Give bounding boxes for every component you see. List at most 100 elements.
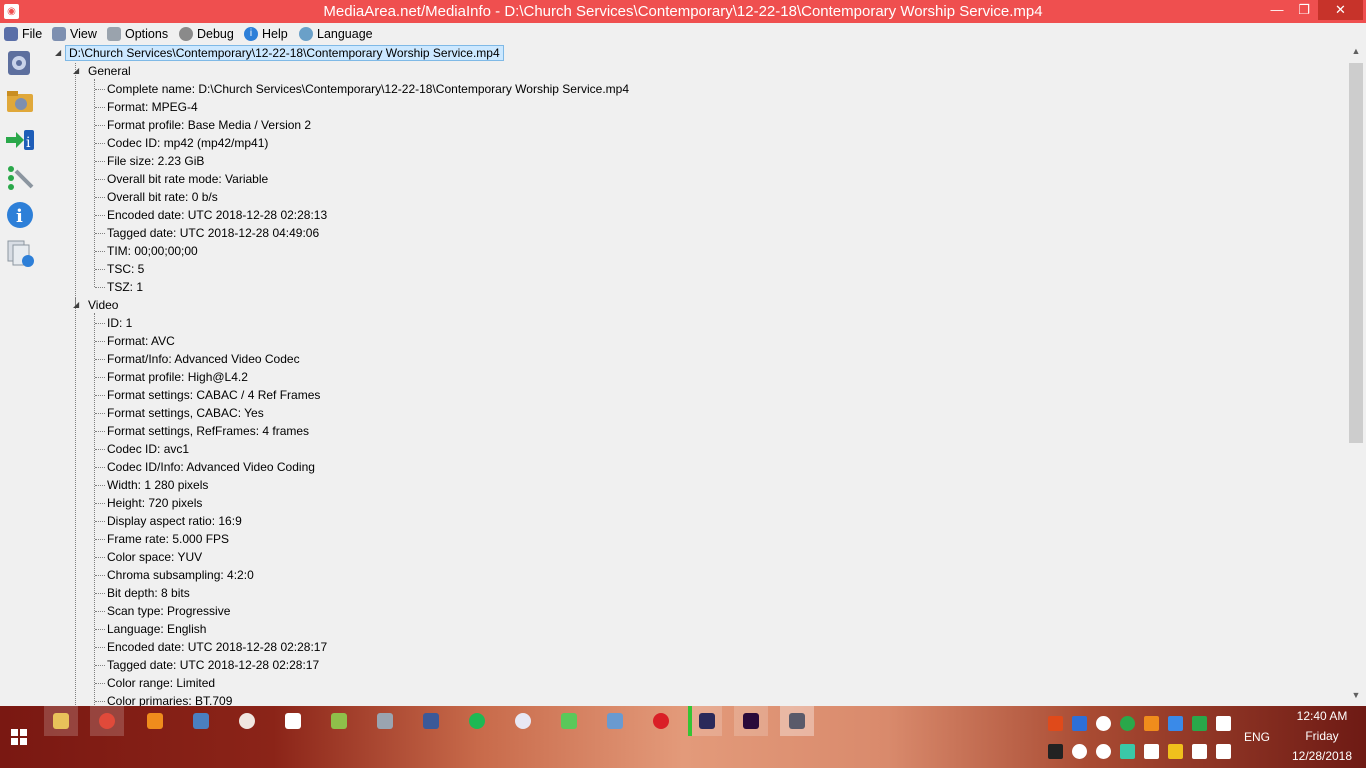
restore-button[interactable]: ❐ (1290, 0, 1318, 20)
tree-leaf[interactable]: Height: 720 pixels (107, 494, 202, 512)
tree-leaf[interactable]: Language: English (107, 620, 206, 638)
tree-leaf[interactable]: Format profile: High@L4.2 (107, 368, 248, 386)
scroll-thumb[interactable] (1349, 63, 1363, 443)
mediainfo-task[interactable] (780, 706, 814, 736)
tree-leaf[interactable]: Tagged date: UTC 2018-12-28 02:28:17 (107, 656, 319, 674)
tray-app-icon[interactable] (1048, 744, 1063, 759)
tray-app-icon[interactable] (1096, 744, 1111, 759)
tree-leaf[interactable]: Chroma subsampling: 4:2:0 (107, 566, 254, 584)
scroll-up-icon[interactable]: ▲ (1346, 43, 1366, 60)
app-task-8[interactable] (368, 706, 402, 736)
messages-task[interactable] (552, 706, 586, 736)
tree-guide (95, 287, 105, 288)
creative-cloud-task[interactable] (644, 706, 678, 736)
file-explorer-task[interactable] (44, 706, 78, 736)
tree-leaf[interactable]: Color range: Limited (107, 674, 215, 692)
tree-leaf[interactable]: Color primaries: BT.709 (107, 692, 232, 706)
facebook-task[interactable] (414, 706, 448, 736)
spotify-task[interactable] (460, 706, 494, 736)
app-task-7[interactable] (322, 706, 356, 736)
chrome-task[interactable] (90, 706, 124, 736)
app-task-6[interactable] (276, 706, 310, 736)
tray-app-icon[interactable] (1144, 716, 1159, 731)
tree-leaf[interactable]: Format profile: Base Media / Version 2 (107, 116, 311, 134)
tree-leaf[interactable]: ID: 1 (107, 314, 132, 332)
premiere-task[interactable] (734, 706, 768, 736)
tree-leaf[interactable]: Format: AVC (107, 332, 175, 350)
tree-leaf[interactable]: Overall bit rate mode: Variable (107, 170, 268, 188)
info-tree[interactable]: ◢ D:\Church Services\Contemporary\12-22-… (43, 43, 1346, 706)
tree-leaf[interactable]: Codec ID: avc1 (107, 440, 189, 458)
menu-debug[interactable]: Debug (179, 25, 234, 42)
menu-file[interactable]: File (4, 25, 42, 42)
video-expand-icon[interactable]: ◢ (73, 296, 79, 314)
tree-leaf[interactable]: TSC: 5 (107, 260, 144, 278)
app-task-5[interactable] (230, 706, 264, 736)
tree-leaf[interactable]: Format settings, CABAC: Yes (107, 404, 264, 422)
app-task-13[interactable] (598, 706, 632, 736)
tree-guide (95, 521, 105, 522)
menu-options[interactable]: Options (107, 25, 168, 42)
tray-cloud-icon[interactable] (1096, 716, 1111, 731)
itunes-task[interactable] (506, 706, 540, 736)
tray-security-icon[interactable] (1192, 716, 1207, 731)
tree-leaf[interactable]: Bit depth: 8 bits (107, 584, 190, 602)
export-tool[interactable]: i (4, 123, 36, 155)
tree-node-video[interactable]: Video (88, 296, 118, 314)
tree-leaf[interactable]: TIM: 00;00;00;00 (107, 242, 198, 260)
tree-leaf[interactable]: Codec ID: mp42 (mp42/mp41) (107, 134, 268, 152)
tray-app-icon[interactable] (1072, 716, 1087, 731)
tray-network-icon[interactable] (1216, 716, 1231, 731)
preferences-tool[interactable] (4, 161, 36, 193)
tree-leaf[interactable]: Color space: YUV (107, 548, 202, 566)
minimize-button[interactable]: — (1264, 0, 1290, 20)
start-button[interactable] (4, 706, 34, 768)
tray-app-icon[interactable] (1168, 716, 1183, 731)
tray-app-icon[interactable] (1144, 744, 1159, 759)
tree-leaf[interactable]: Overall bit rate: 0 b/s (107, 188, 218, 206)
menu-view[interactable]: View (52, 25, 97, 42)
tree-leaf[interactable]: Scan type: Progressive (107, 602, 230, 620)
close-button[interactable]: ✕ (1318, 0, 1363, 20)
scroll-down-icon[interactable]: ▼ (1346, 687, 1366, 704)
vertical-scrollbar[interactable]: ▲ ▼ (1346, 43, 1366, 706)
tree-leaf[interactable]: Format/Info: Advanced Video Codec (107, 350, 300, 368)
tree-leaf[interactable]: Codec ID/Info: Advanced Video Coding (107, 458, 315, 476)
tree-leaf[interactable]: Encoded date: UTC 2018-12-28 02:28:17 (107, 638, 327, 656)
clock[interactable]: 12:40 AM Friday 12/28/2018 (1283, 706, 1361, 768)
tree-leaf[interactable]: Encoded date: UTC 2018-12-28 02:28:13 (107, 206, 327, 224)
tree-leaf[interactable]: Complete name: D:\Church Services\Contem… (107, 80, 629, 98)
volume-icon[interactable] (1216, 744, 1231, 759)
tree-leaf[interactable]: File size: 2.23 GiB (107, 152, 204, 170)
app-task-15[interactable] (688, 706, 722, 736)
tray-app-icon[interactable] (1048, 716, 1063, 731)
tray-app-icon[interactable] (1120, 716, 1135, 731)
tree-node-general[interactable]: General (88, 62, 131, 80)
about-tool[interactable]: i (4, 199, 36, 231)
action-center-icon[interactable] (1168, 744, 1183, 759)
tree-leaf[interactable]: Format settings, RefFrames: 4 frames (107, 422, 309, 440)
wifi-icon[interactable] (1192, 744, 1207, 759)
web-tool[interactable] (4, 237, 36, 269)
tree-leaf[interactable]: TSZ: 1 (107, 278, 143, 296)
menu-help[interactable]: i Help (244, 25, 288, 42)
tree-leaf[interactable]: Tagged date: UTC 2018-12-28 04:49:06 (107, 224, 319, 242)
tree-leaf[interactable]: Frame rate: 5.000 FPS (107, 530, 229, 548)
tree-leaf[interactable]: Display aspect ratio: 16:9 (107, 512, 242, 530)
tree-root[interactable]: D:\Church Services\Contemporary\12-22-18… (65, 44, 504, 62)
tree-leaf[interactable]: Width: 1 280 pixels (107, 476, 208, 494)
tree-guide (75, 297, 76, 706)
app-task-4[interactable] (184, 706, 218, 736)
menu-language[interactable]: Language (299, 25, 373, 42)
onedrive-icon[interactable] (1072, 744, 1087, 759)
open-folder-tool[interactable] (4, 85, 36, 117)
media-player-task[interactable] (138, 706, 172, 736)
root-expand-icon[interactable]: ◢ (55, 44, 61, 62)
general-expand-icon[interactable]: ◢ (73, 62, 79, 80)
tree-guide (95, 629, 105, 630)
open-file-tool[interactable] (4, 47, 36, 79)
tree-leaf[interactable]: Format: MPEG-4 (107, 98, 198, 116)
input-language[interactable]: ENG (1244, 730, 1270, 744)
tree-leaf[interactable]: Format settings: CABAC / 4 Ref Frames (107, 386, 320, 404)
tray-app-icon[interactable] (1120, 744, 1135, 759)
